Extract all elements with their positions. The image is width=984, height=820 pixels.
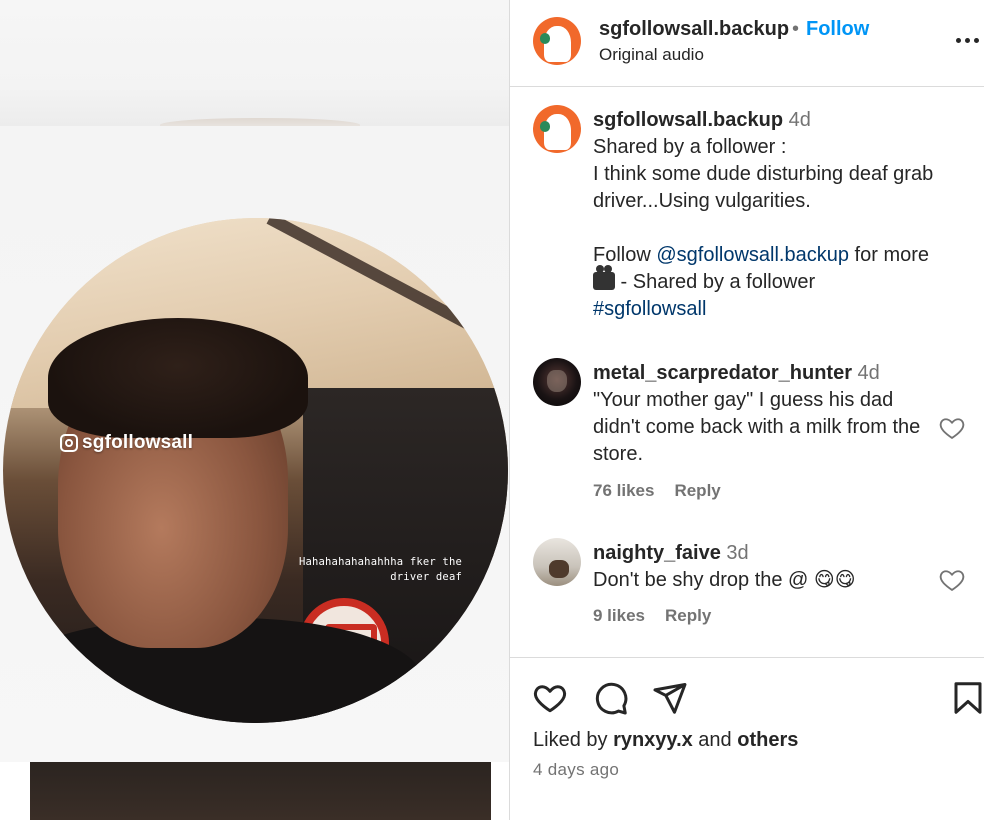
comment-text: Don't be shy drop the @: [593, 569, 814, 591]
caption-username[interactable]: sgfollowsall.backup: [593, 109, 783, 131]
liked-by: Liked by rynxyy.x and others: [533, 729, 799, 751]
reply-button[interactable]: Reply: [665, 606, 711, 626]
video-circle[interactable]: [3, 218, 508, 723]
separator-dot: •: [792, 18, 800, 40]
media-bottom-strip: [0, 762, 509, 820]
avatar[interactable]: [533, 358, 581, 406]
comment-age[interactable]: 3d: [726, 542, 748, 564]
video-overlay-caption: Hahahahahahahhha fker the driver deaf: [298, 556, 462, 583]
bookmark-icon[interactable]: [950, 680, 984, 716]
comment-likes[interactable]: 9 likes: [593, 606, 645, 626]
follow-button[interactable]: Follow: [806, 18, 869, 41]
media-top-strip: [0, 0, 509, 132]
heart-icon[interactable]: [532, 680, 568, 716]
comment-username[interactable]: naighty_faive: [593, 542, 721, 564]
liked-by-others[interactable]: others: [737, 729, 798, 751]
audio-label[interactable]: Original audio: [599, 45, 704, 65]
video-watermark: sgfollowsall: [60, 432, 193, 454]
comment-likes[interactable]: 76 likes: [593, 481, 654, 501]
comment-icon[interactable]: [593, 680, 629, 716]
comment-text: "Your mother gay" I guess his dad didn't…: [593, 389, 921, 465]
comment-age[interactable]: 4d: [858, 362, 880, 384]
comment-emoji: 😋😋: [813, 569, 856, 591]
hashtag-link[interactable]: #sgfollowsall: [593, 298, 706, 320]
post-header: sgfollowsall.backup • Follow Original au…: [510, 0, 984, 87]
post-media[interactable]: sgfollowsall Hahahahahahahhha fker the d…: [0, 0, 509, 820]
movie-camera-icon: [593, 265, 615, 290]
comment-username[interactable]: metal_scarpredator_hunter: [593, 362, 852, 384]
avatar[interactable]: [533, 538, 581, 586]
caption-age[interactable]: 4d: [789, 109, 811, 131]
post-timestamp[interactable]: 4 days ago: [533, 760, 619, 780]
reply-button[interactable]: Reply: [674, 481, 720, 501]
send-icon[interactable]: [652, 680, 688, 716]
avatar[interactable]: [533, 17, 581, 65]
mention-link[interactable]: @sgfollowsall.backup: [656, 244, 849, 266]
actions-divider: [510, 657, 984, 658]
heart-icon[interactable]: [938, 566, 966, 594]
more-horizontal-icon[interactable]: [956, 30, 982, 50]
header-username[interactable]: sgfollowsall.backup: [599, 18, 789, 41]
avatar[interactable]: [533, 105, 581, 153]
liked-by-user[interactable]: rynxyy.x: [613, 729, 693, 751]
post-side-panel: sgfollowsall.backup • Follow Original au…: [510, 0, 984, 820]
heart-icon[interactable]: [938, 414, 966, 442]
instagram-icon: [60, 434, 78, 452]
